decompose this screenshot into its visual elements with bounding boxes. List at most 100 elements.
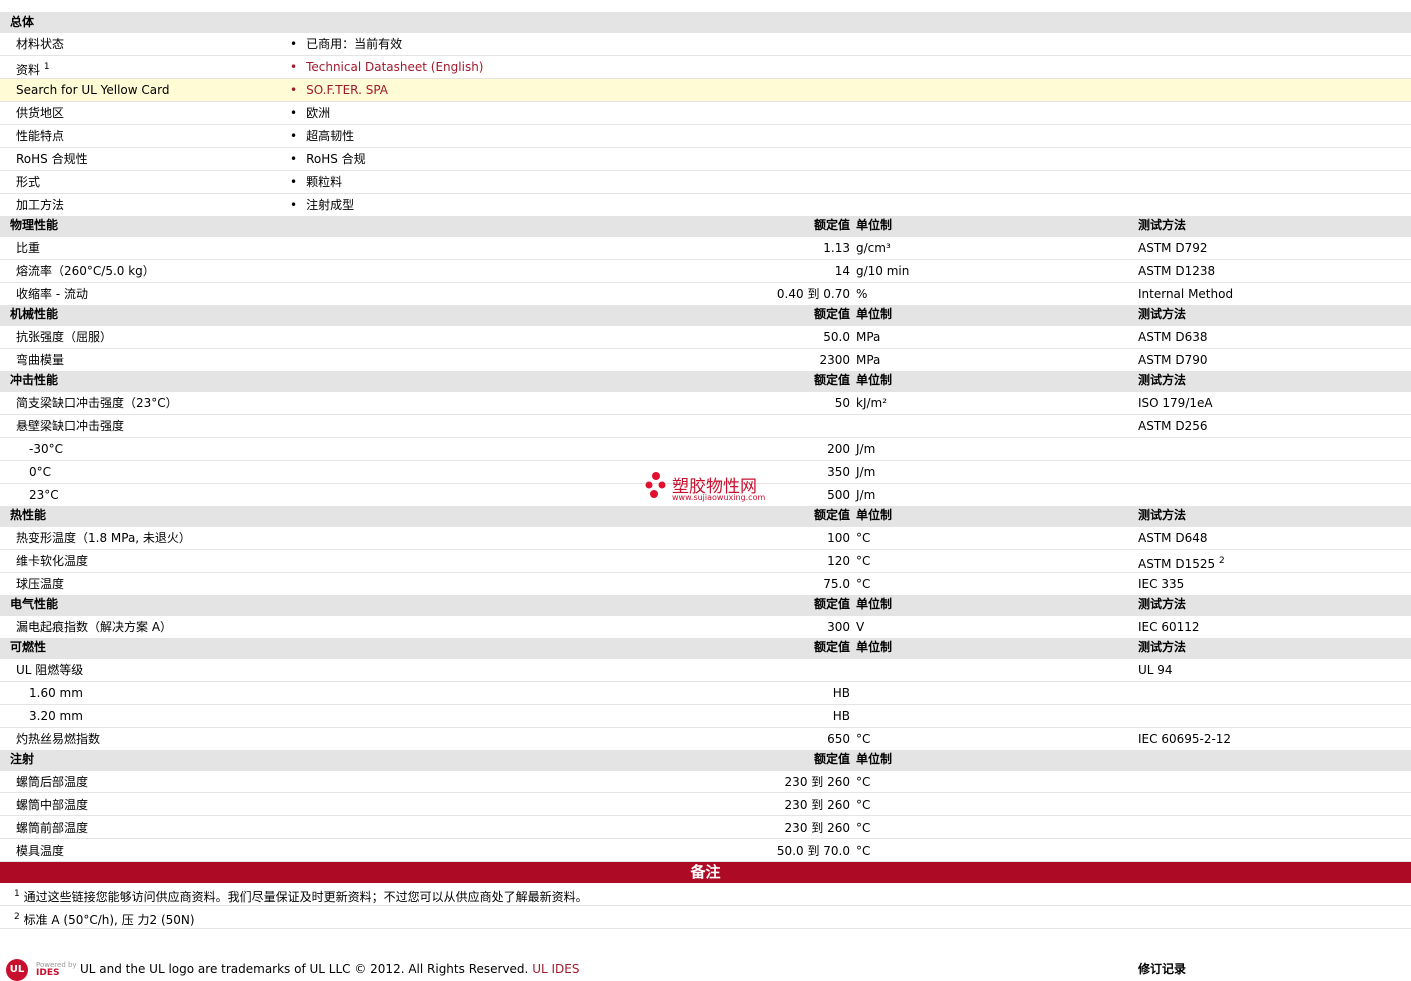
property-unit: °C (856, 844, 871, 858)
property-unit: V (856, 620, 865, 634)
general-row: Search for UL Yellow Card SO.F.TER. SPA (0, 79, 1411, 102)
property-label: 弯曲模量 (16, 353, 65, 367)
property-value: 100 (827, 531, 850, 545)
property-label: 悬壁梁缺口冲击强度 (16, 419, 125, 433)
test-method-text: ASTM D648 (1138, 531, 1208, 545)
col-header-unit: 单位制 (856, 218, 893, 232)
note-body: 通过这些链接您能够访问供应商资料。我们尽量保证及时更新资料；不过您可以从供应商处… (23, 890, 588, 904)
property-unit: MPa (856, 353, 881, 367)
property-row: 收缩率 - 流动 0.40 到 0.70% Internal Method (0, 283, 1411, 306)
row-label: 供货地区 (16, 102, 64, 125)
row-value: 颗粒料 (290, 171, 342, 194)
property-value: 14 (834, 264, 850, 278)
property-unit: J/m (856, 442, 876, 456)
col-header-method: 测试方法 (1138, 508, 1187, 522)
property-row: 螺筒中部温度 230 到 260 °C (0, 794, 1411, 816)
property-row: 悬壁梁缺口冲击强度 ASTM D256 (0, 415, 1411, 438)
section-title: 电气性能 (10, 597, 59, 611)
ides-brand: IDES (36, 968, 60, 978)
general-row: RoHS 合规性 RoHS 合规 (0, 148, 1411, 171)
property-label: 灼热丝易燃指数 (16, 732, 101, 746)
property-label: -30°C (29, 442, 63, 456)
test-method-text: ASTM D1238 (1138, 264, 1216, 278)
general-row: 形式 颗粒料 (0, 171, 1411, 194)
row-label-text: Search for UL Yellow Card (16, 83, 170, 97)
property-row: 螺筒后部温度 230 到 260 °C (0, 771, 1411, 793)
property-label: 简支梁缺口冲击强度（23°C） (16, 396, 178, 410)
section-title: 物理性能 (10, 218, 59, 232)
section-header: 冲击性能 额定值 单位制 测试方法 (0, 371, 1411, 392)
property-label: 收缩率 - 流动 (16, 287, 88, 301)
col-header-method: 测试方法 (1138, 373, 1187, 387)
property-unit: kJ/m² (856, 396, 888, 410)
section-header: 物理性能 额定值 单位制 测试方法 (0, 216, 1411, 237)
test-method: ASTM D256 (1138, 415, 1207, 438)
general-row: 供货地区 欧洲 (0, 102, 1411, 125)
test-method-text: ASTM D256 (1138, 419, 1208, 433)
property-value: 50.0 到 70.0 (776, 844, 850, 858)
col-header-value: 额定值 (813, 373, 850, 387)
test-method-text: IEC 335 (1138, 577, 1185, 591)
test-method: ASTM D1238 (1138, 260, 1215, 283)
property-row: 弯曲模量 2300 MPa ASTM D790 (0, 349, 1411, 372)
note-row: 1 通过这些链接您能够访问供应商资料。我们尽量保证及时更新资料；不过您可以从供应… (0, 883, 1411, 906)
property-unit: MPa (856, 330, 881, 344)
revision-history-link[interactable]: 修订记录 (1138, 960, 1186, 977)
test-method: UL 94 (1138, 659, 1173, 682)
test-method: IEC 60695-2-12 (1138, 728, 1231, 751)
row-label-text: 性能特点 (16, 129, 65, 143)
row-value: 已商用：当前有效 (290, 33, 402, 56)
property-row: 比重 1.13 g/cm³ ASTM D792 (0, 237, 1411, 260)
property-row: 3.20 mm HB (0, 705, 1411, 728)
property-label: UL 阻燃等级 (16, 663, 84, 677)
col-header-unit: 单位制 (856, 640, 893, 654)
ul-ides-link[interactable]: UL IDES (532, 962, 579, 976)
property-label: 23°C (29, 488, 59, 502)
general-row: 资料 1 Technical Datasheet (English) (0, 56, 1411, 79)
property-row: 模具温度 50.0 到 70.0 °C (0, 840, 1411, 862)
row-label-text: 加工方法 (16, 198, 65, 212)
general-row: 性能特点 超高韧性 (0, 125, 1411, 148)
property-row: 灼热丝易燃指数 650 °C IEC 60695-2-12 (0, 728, 1411, 751)
row-label-text: 供货地区 (16, 106, 65, 120)
row-label: 材料状态 (16, 33, 64, 56)
test-method-text: IEC 60695-2-12 (1138, 732, 1232, 746)
footnote-ref: 1 (43, 62, 50, 72)
test-method: ISO 179/1eA (1138, 392, 1213, 415)
notes-header: 备注 (0, 862, 1411, 883)
row-label-text: 材料状态 (16, 37, 65, 51)
section-header: 电气性能 额定值 单位制 测试方法 (0, 595, 1411, 616)
property-unit: % (856, 287, 868, 301)
property-value: 200 (827, 442, 850, 456)
section-header: 热性能 额定值 单位制 测试方法 (0, 506, 1411, 527)
footnote-number: 2 (14, 912, 20, 922)
col-header-method: 测试方法 (1138, 307, 1187, 321)
property-label: 比重 (16, 241, 41, 255)
col-header-unit: 单位制 (856, 373, 893, 387)
property-unit: J/m (856, 488, 876, 502)
section-header: 机械性能 额定值 单位制 测试方法 (0, 305, 1411, 326)
row-value-link[interactable]: SO.F.TER. SPA (290, 79, 388, 102)
note-row: 2 标准 A (50°C/h), 压 力2 (50N) (0, 906, 1411, 929)
general-row: 材料状态 已商用：当前有效 (0, 33, 1411, 56)
footnote-number: 1 (14, 889, 20, 899)
property-unit: g/10 min (856, 264, 910, 278)
property-label: 熔流率（260°C/5.0 kg） (16, 264, 155, 278)
watermark-dots-icon (645, 472, 666, 498)
property-label: 3.20 mm (29, 709, 83, 723)
test-method-text: ASTM D792 (1138, 241, 1208, 255)
property-unit: °C (856, 821, 871, 835)
property-value: 50 (834, 396, 850, 410)
property-row: 抗张强度（屈服） 50.0 MPa ASTM D638 (0, 326, 1411, 349)
property-row: 简支梁缺口冲击强度（23°C） 50 kJ/m² ISO 179/1eA (0, 392, 1411, 415)
property-label: 螺筒中部温度 (16, 798, 89, 812)
property-unit: °C (856, 775, 871, 789)
col-header-unit: 单位制 (856, 307, 893, 321)
property-row: 螺筒前部温度 230 到 260 °C (0, 817, 1411, 839)
property-row: 维卡软化温度 120 °C ASTM D1525 2 (0, 550, 1411, 573)
row-value-link[interactable]: Technical Datasheet (English) (290, 56, 483, 79)
property-value: 50.0 (823, 330, 850, 344)
col-header-method: 测试方法 (1138, 218, 1187, 232)
test-method-text: IEC 60112 (1138, 620, 1200, 634)
row-label-text: 形式 (16, 175, 41, 189)
